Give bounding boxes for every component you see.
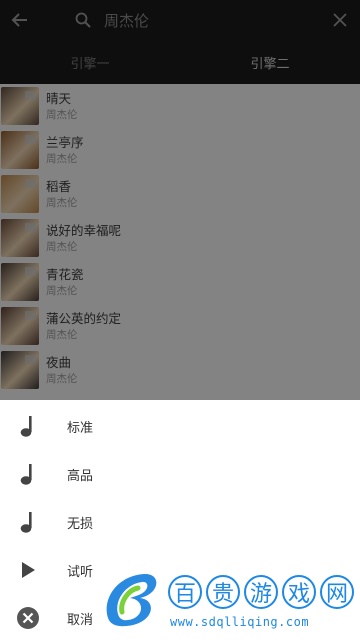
watermark-char: 网 [320, 575, 354, 609]
play-icon [0, 560, 56, 580]
option-label: 高品 [67, 468, 94, 484]
site-logo-icon [106, 573, 157, 627]
modal-overlay[interactable] [0, 0, 360, 400]
music-note-icon [0, 414, 56, 438]
option-standard[interactable]: 标准 [0, 402, 360, 450]
watermark: 百贵游戏网 www.sdqlliqing.com [94, 568, 360, 640]
cancel-circle-icon [0, 606, 56, 630]
option-high[interactable]: 高品 [0, 450, 360, 498]
watermark-char: 游 [244, 575, 278, 609]
option-label: 无损 [67, 516, 94, 532]
music-note-icon [0, 462, 56, 486]
option-label: 标准 [67, 420, 94, 436]
music-search-screen: 周杰伦 引擎一 引擎二 晴天 周杰伦 兰亭序 周杰伦 稻香 周杰伦 说好的幸福呢 周杰伦 青花瓷… [0, 0, 360, 640]
option-label: 试听 [67, 564, 94, 580]
music-note-icon [0, 510, 56, 534]
watermark-title: 百贵游戏网 [168, 575, 358, 611]
watermark-char: 戏 [282, 575, 316, 609]
watermark-char: 百 [168, 575, 202, 609]
option-label: 取消 [67, 612, 94, 628]
watermark-url: www.sdqlliqing.com [170, 615, 310, 629]
option-lossless[interactable]: 无损 [0, 498, 360, 546]
watermark-char: 贵 [206, 575, 240, 609]
